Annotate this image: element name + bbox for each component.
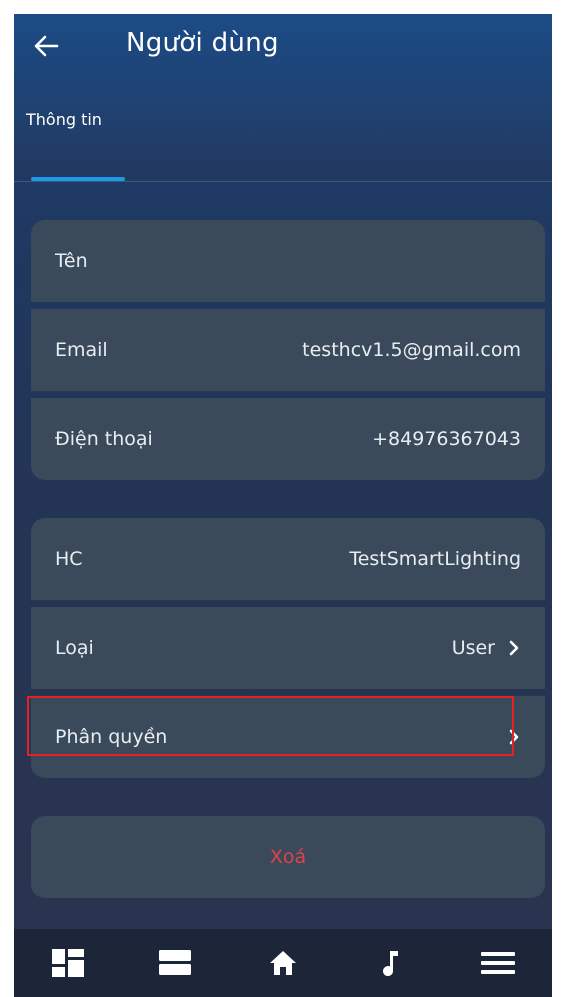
- music-icon: [382, 951, 398, 977]
- name-row[interactable]: Tên: [31, 220, 545, 302]
- info-card: Tên Email testhcv1.5@gmail.com Điện thoạ…: [31, 220, 545, 480]
- app-frame: Người dùng Thông tin Tên Email testhcv1.…: [14, 14, 552, 997]
- chevron-right-icon: [507, 639, 521, 657]
- permission-row[interactable]: Phân quyền: [31, 696, 545, 778]
- type-label: Loại: [55, 637, 94, 659]
- email-value: testhcv1.5@gmail.com: [302, 339, 521, 361]
- nav-menu[interactable]: [444, 929, 552, 997]
- arrow-left-icon: [34, 35, 59, 57]
- email-row: Email testhcv1.5@gmail.com: [31, 309, 545, 391]
- bottom-nav: [14, 929, 552, 997]
- phone-value: +84976367043: [372, 428, 521, 450]
- chevron-right-icon: [507, 728, 521, 746]
- header-divider: [14, 181, 552, 182]
- type-row[interactable]: Loại User: [31, 607, 545, 689]
- menu-icon: [481, 952, 516, 974]
- nav-dashboard[interactable]: [14, 929, 122, 997]
- phone-label: Điện thoại: [55, 428, 153, 450]
- nav-home[interactable]: [229, 929, 337, 997]
- rooms-icon: [159, 950, 192, 975]
- permission-label: Phân quyền: [55, 726, 168, 748]
- phone-row: Điện thoại +84976367043: [31, 398, 545, 480]
- tab-info[interactable]: Thông tin: [26, 110, 102, 129]
- hc-label: HC: [55, 548, 83, 570]
- page-title: Người dùng: [126, 28, 279, 58]
- hc-row: HC TestSmartLighting: [31, 518, 545, 600]
- nav-music[interactable]: [337, 929, 445, 997]
- email-label: Email: [55, 339, 108, 361]
- access-card: HC TestSmartLighting Loại User Phân quyề…: [31, 518, 545, 778]
- delete-button[interactable]: Xoá: [31, 816, 545, 898]
- dashboard-icon: [51, 949, 84, 977]
- nav-rooms[interactable]: [122, 929, 230, 997]
- hc-value: TestSmartLighting: [349, 548, 521, 570]
- home-icon: [269, 951, 296, 975]
- app-header: Người dùng Thông tin: [14, 14, 552, 182]
- type-value: User: [451, 637, 495, 659]
- back-button[interactable]: [24, 24, 68, 68]
- name-label: Tên: [55, 250, 88, 272]
